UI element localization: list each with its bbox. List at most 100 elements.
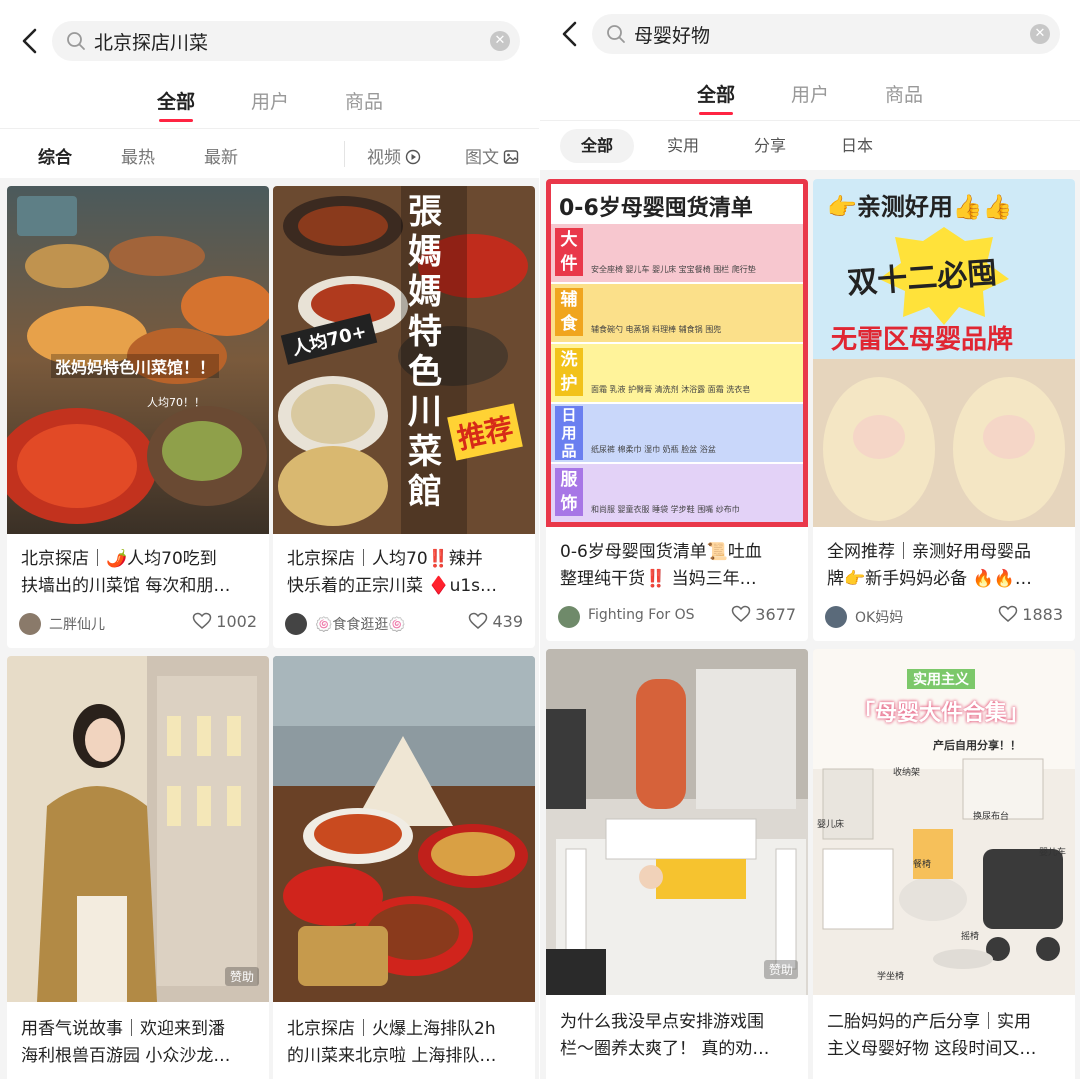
note-title-line: 为什么我没早点安排游戏围: [560, 1012, 764, 1032]
back-button[interactable]: [558, 19, 582, 49]
row-item: 婴童衣服: [617, 505, 650, 514]
row-item: 安全座椅: [591, 265, 623, 274]
note-card[interactable]: 👉亲测好用👍👍 双十二必囤 无雷区母婴品牌 全网推荐｜亲测好用母婴品 牌👉新手妈…: [813, 179, 1075, 641]
checklist-row: 洗护 面霜 乳液 护臀膏 清洗剂 沐浴露 面霜 洗衣皂: [551, 344, 803, 402]
clear-search-icon[interactable]: ✕: [1030, 24, 1050, 44]
avatar[interactable]: [19, 613, 41, 635]
filter-all[interactable]: 全部: [560, 129, 634, 163]
row-item: 湿巾: [644, 445, 661, 454]
search-input[interactable]: 北京探店川菜 ✕: [52, 21, 520, 61]
row-item: 辅食碗勺: [591, 325, 623, 334]
avatar[interactable]: [825, 606, 847, 628]
filter-practical[interactable]: 实用: [648, 129, 718, 163]
note-meta: 🍥食食逛逛🍥 439: [285, 612, 523, 636]
like-button[interactable]: 1002: [192, 612, 257, 631]
row-item: 面霜: [707, 385, 724, 394]
header: 母婴好物 ✕ 全部 用户 商品: [540, 0, 1080, 120]
author-name[interactable]: OK妈妈: [855, 607, 903, 627]
row-item: 乳液: [609, 385, 626, 394]
author-name[interactable]: 🍥食食逛逛🍥: [315, 614, 406, 634]
filter-share[interactable]: 分享: [735, 129, 805, 163]
cover-caption: 婴儿车: [1039, 848, 1067, 858]
sponsored-badge: 赞助: [763, 960, 798, 979]
row-item: 奶瓶: [662, 445, 679, 454]
row-items: 辅食碗勺 电蒸锅 料理棒 辅食锅 围兜: [591, 324, 721, 335]
note-card[interactable]: 张妈妈特色川菜馆！！ 人均70！！ 北京探店｜🌶️人均70吃到 扶墙出的川菜馆 …: [7, 186, 269, 648]
avatar[interactable]: [558, 606, 580, 628]
row-label: 大件: [555, 228, 583, 276]
filter-image-text[interactable]: 图文: [465, 143, 519, 168]
note-card[interactable]: 張媽媽特色川菜館 人均70+ 推荐 北京探店｜人均70‼️辣并 快乐着的正宗川菜…: [273, 186, 535, 648]
like-button[interactable]: 439: [468, 612, 523, 631]
note-title-line: 扶墙出的川菜馆 每次和朋…: [21, 576, 231, 596]
row-item: 清洗剂: [654, 385, 679, 394]
row-item: 和尚服: [591, 505, 615, 514]
note-title-line: 北京探店｜人均70‼️辣并: [287, 549, 483, 569]
image-icon: [503, 150, 519, 164]
cover-caption: 張媽媽特色川菜館: [408, 192, 442, 512]
cover-caption: 换尿布台: [973, 812, 1010, 822]
filter-bar: 全部 实用 分享 日本: [540, 120, 1080, 170]
checklist-row: 大件 安全座椅 婴儿车 婴儿床 宝宝餐椅 围栏 爬行垫: [551, 224, 803, 282]
note-title-line: 的川菜来北京啦 上海排队…: [287, 1046, 497, 1066]
note-title: 为什么我没早点安排游戏围 栏～圈养太爽了！ 真的劝…: [560, 1009, 796, 1063]
like-button[interactable]: 1883: [998, 605, 1063, 624]
row-items: 和尚服 婴童衣服 睡袋 学步鞋 围嘴 纱布巾: [591, 504, 740, 515]
author-name[interactable]: Fighting For OS: [588, 607, 695, 623]
clear-search-icon[interactable]: ✕: [490, 31, 510, 51]
note-title: 0-6岁母婴囤货清单📜吐血 整理纯干货‼️ 当妈三年…: [560, 539, 796, 593]
tab-users[interactable]: 用户: [791, 80, 829, 107]
note-card[interactable]: 实用主义 「母婴大件合集」 产后自用分享！！ 收纳架 婴儿床 换尿布台 餐椅 摇…: [813, 649, 1075, 1079]
note-title-line: 快乐着的正宗川菜 ♦️u1s…: [287, 576, 498, 596]
row-label: 日用品: [555, 406, 583, 460]
row-item: 爬行垫: [731, 265, 756, 274]
filter-newest[interactable]: 最新: [204, 143, 238, 168]
filter-video[interactable]: 视频: [367, 143, 421, 168]
heart-icon: [999, 605, 1018, 622]
note-cover-image: 实用主义 「母婴大件合集」 产后自用分享！！ 收纳架 婴儿床 换尿布台 餐椅 摇…: [813, 649, 1075, 995]
play-icon: [405, 149, 421, 165]
author-name[interactable]: 二胖仙儿: [49, 614, 105, 634]
tab-products[interactable]: 商品: [885, 80, 923, 107]
note-card[interactable]: 北京探店｜火爆上海排队2h 的川菜来北京啦 上海排队…: [273, 656, 535, 1079]
note-meta: 二胖仙儿 1002: [19, 612, 257, 636]
cover-caption: 张妈妈特色川菜馆！！: [51, 354, 220, 378]
row-item: 面霜: [591, 385, 607, 394]
note-cover-image: 0-6岁母婴囤货清单 大件 安全座椅 婴儿车 婴儿床 宝宝餐椅 围栏 爬行垫 辅…: [546, 179, 808, 527]
cover-caption: 产后自用分享！！: [933, 739, 1021, 752]
row-item: 围栏: [713, 265, 730, 274]
filter-bar: 综合 最热 最新 视频 图文: [0, 128, 540, 178]
filter-japan[interactable]: 日本: [822, 129, 892, 163]
checklist-heading: 0-6岁母婴囤货清单: [559, 196, 753, 221]
row-item: 婴儿车: [625, 265, 650, 274]
search-icon: [606, 24, 626, 44]
search-input[interactable]: 母婴好物 ✕: [592, 14, 1060, 54]
like-button[interactable]: 3677: [731, 605, 796, 624]
filter-hottest[interactable]: 最热: [121, 143, 155, 168]
filter-image-text-label: 图文: [465, 148, 499, 168]
tab-all[interactable]: 全部: [157, 87, 195, 122]
avatar[interactable]: [285, 613, 307, 635]
row-item: 宝宝餐椅: [678, 265, 711, 274]
back-button[interactable]: [18, 26, 42, 56]
note-title: 二胎妈妈的产后分享｜实用 主义母婴好物 这段时间又…: [827, 1009, 1063, 1063]
cover-caption: 无雷区母婴品牌: [831, 325, 1014, 355]
checklist-row: 服饰 和尚服 婴童衣服 睡袋 学步鞋 围嘴 纱布巾: [551, 464, 803, 522]
note-card[interactable]: 0-6岁母婴囤货清单 大件 安全座椅 婴儿车 婴儿床 宝宝餐椅 围栏 爬行垫 辅…: [546, 179, 808, 641]
note-meta: OK妈妈 1883: [825, 605, 1063, 629]
tab-products[interactable]: 商品: [345, 87, 383, 114]
row-item: 棉柔巾: [617, 445, 642, 454]
note-cover-image: 赞助: [546, 649, 808, 995]
row-items: 安全座椅 婴儿车 婴儿床 宝宝餐椅 围栏 爬行垫: [591, 264, 756, 275]
note-card[interactable]: 赞助 为什么我没早点安排游戏围 栏～圈养太爽了！ 真的劝…: [546, 649, 808, 1079]
note-title: 北京探店｜🌶️人均70吃到 扶墙出的川菜馆 每次和朋…: [21, 546, 257, 600]
note-card[interactable]: 赞助 用香气说故事｜欢迎来到潘 海利根兽百游园 小众沙龙…: [7, 656, 269, 1079]
tab-users[interactable]: 用户: [251, 87, 289, 114]
like-count: 439: [492, 612, 523, 631]
row-label: 辅食: [555, 288, 583, 336]
row-item: 电蒸锅: [625, 325, 650, 334]
tab-all[interactable]: 全部: [697, 80, 735, 115]
filter-comprehensive[interactable]: 综合: [38, 143, 72, 168]
row-item: 纸尿裤: [591, 445, 615, 454]
cover-caption: 摇椅: [961, 932, 980, 942]
